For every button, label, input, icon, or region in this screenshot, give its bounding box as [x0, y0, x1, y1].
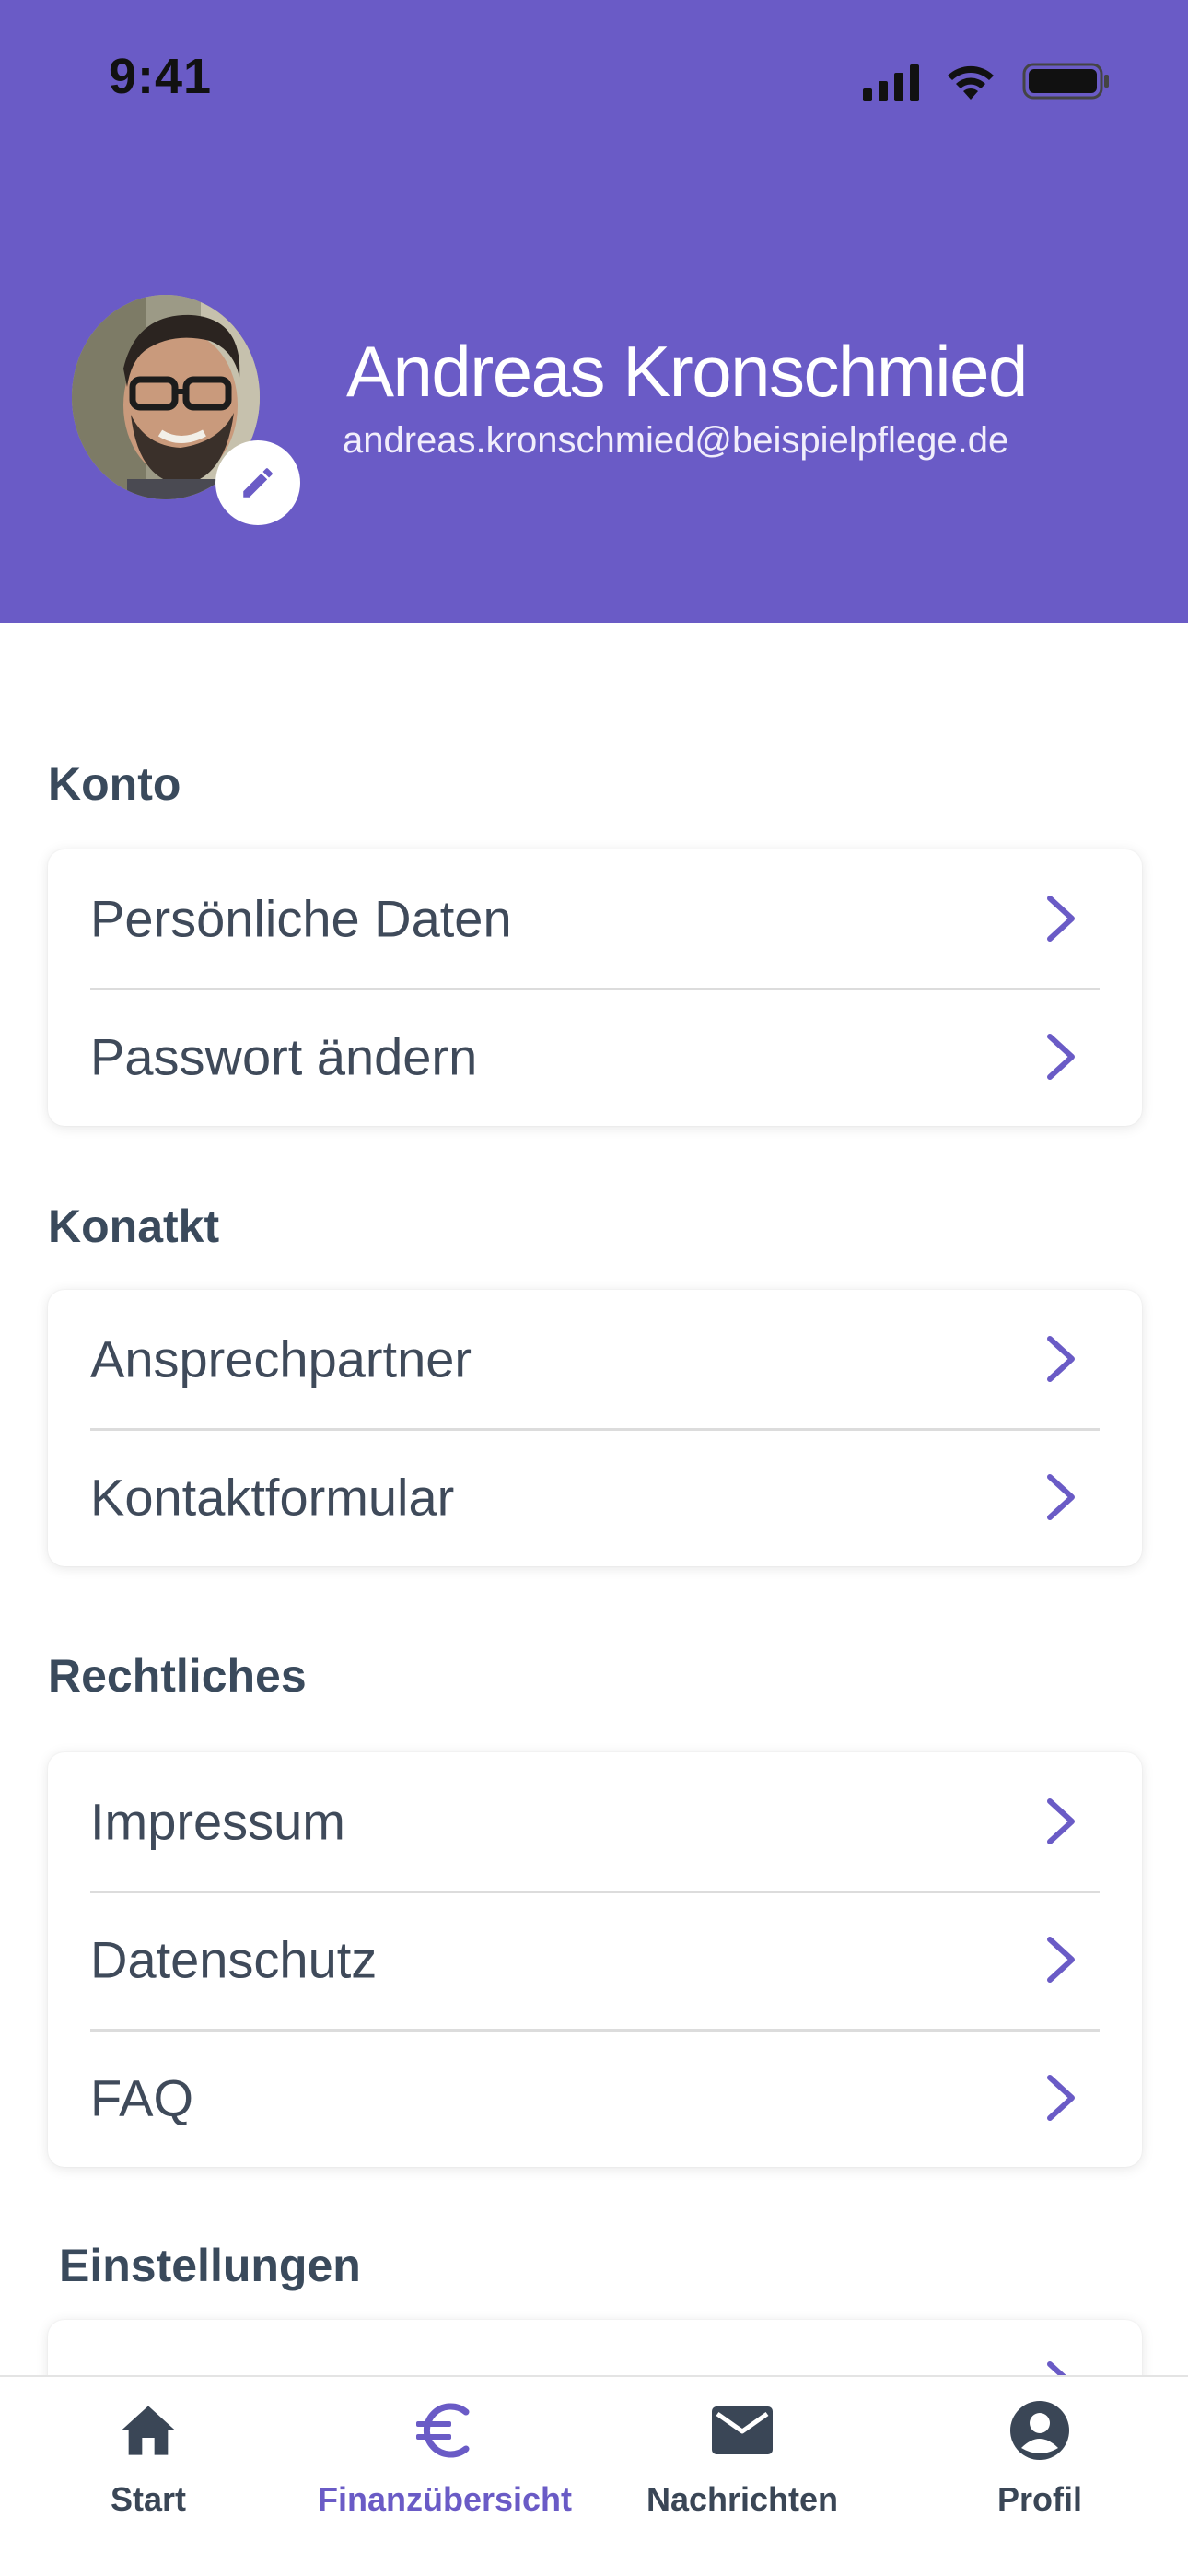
menu-item-label: FAQ	[90, 2068, 194, 2127]
menu-item-label: Ansprechpartner	[90, 1329, 472, 1388]
chevron-right-icon	[1047, 2075, 1075, 2121]
mail-icon	[709, 2397, 775, 2464]
status-icons	[863, 59, 1111, 101]
tab-label: Start	[110, 2480, 187, 2518]
tab-nachrichten[interactable]: Nachrichten	[594, 2377, 891, 2576]
chevron-right-icon	[1047, 1937, 1075, 1983]
section-title-einstellungen: Einstellungen	[59, 2240, 361, 2291]
menu-item-change-password[interactable]: Passwort ändern	[48, 988, 1142, 1126]
menu-item-personal-data[interactable]: Persönliche Daten	[48, 849, 1142, 988]
euro-icon	[412, 2397, 478, 2464]
cellular-signal-icon	[863, 64, 919, 101]
menu-item-imprint[interactable]: Impressum	[48, 1752, 1142, 1891]
chevron-right-icon	[1047, 1798, 1075, 1844]
menu-item-label: Passwort ändern	[90, 1027, 478, 1086]
chevron-right-icon	[1047, 1034, 1075, 1080]
menu-item-label: Impressum	[90, 1792, 345, 1851]
section-title-konto: Konto	[48, 758, 181, 810]
section-title-kontakt: Konatkt	[48, 1200, 220, 1252]
tab-profil[interactable]: Profil	[891, 2377, 1188, 2576]
battery-icon	[1022, 63, 1109, 100]
tab-label: Profil	[996, 2480, 1082, 2518]
tab-finanzuebersicht[interactable]: Finanzübersicht	[297, 2377, 593, 2576]
edit-avatar-button[interactable]	[215, 440, 300, 525]
pencil-icon	[243, 468, 273, 498]
chevron-right-icon	[1047, 896, 1075, 942]
section-title-rechtliches: Rechtliches	[48, 1650, 307, 1702]
card-konto: Persönliche Daten Passwort ändern	[48, 849, 1142, 1126]
profile-header: 9:41 Andreas Kronschmied andreas.kronsch…	[0, 0, 1188, 623]
status-time: 9:41	[109, 49, 213, 104]
menu-item-contact-person[interactable]: Ansprechpartner	[48, 1290, 1142, 1428]
menu-item-privacy[interactable]: Datenschutz	[48, 1891, 1142, 2029]
menu-item-label: Kontaktformular	[90, 1468, 455, 1527]
tab-start[interactable]: Start	[0, 2377, 297, 2576]
menu-item-label: Persönliche Daten	[90, 889, 512, 948]
menu-item-faq[interactable]: FAQ	[48, 2029, 1142, 2167]
chevron-right-icon	[1047, 1474, 1075, 1520]
home-icon	[115, 2397, 181, 2464]
menu-item-label: Datenschutz	[90, 1930, 378, 1989]
avatar-container	[72, 295, 300, 525]
tab-bar: Start Finanzübersicht Nachrichten Profil	[0, 2375, 1188, 2576]
card-rechtliches: Impressum Datenschutz FAQ	[48, 1752, 1142, 2167]
menu-item-contact-form[interactable]: Kontaktformular	[48, 1428, 1142, 1566]
profile-screen: 9:41 Andreas Kronschmied andreas.kronsch…	[0, 0, 1188, 2576]
tab-label: Finanzübersicht	[317, 2480, 573, 2518]
profile-icon	[1007, 2397, 1073, 2464]
tab-label: Nachrichten	[646, 2480, 839, 2518]
card-kontakt: Ansprechpartner Kontaktformular	[48, 1290, 1142, 1566]
user-email: andreas.kronschmied@beispielpflege.de	[343, 420, 1009, 461]
chevron-right-icon	[1047, 1336, 1075, 1382]
wifi-icon	[948, 65, 994, 100]
user-name: Andreas Kronschmied	[346, 331, 1028, 412]
